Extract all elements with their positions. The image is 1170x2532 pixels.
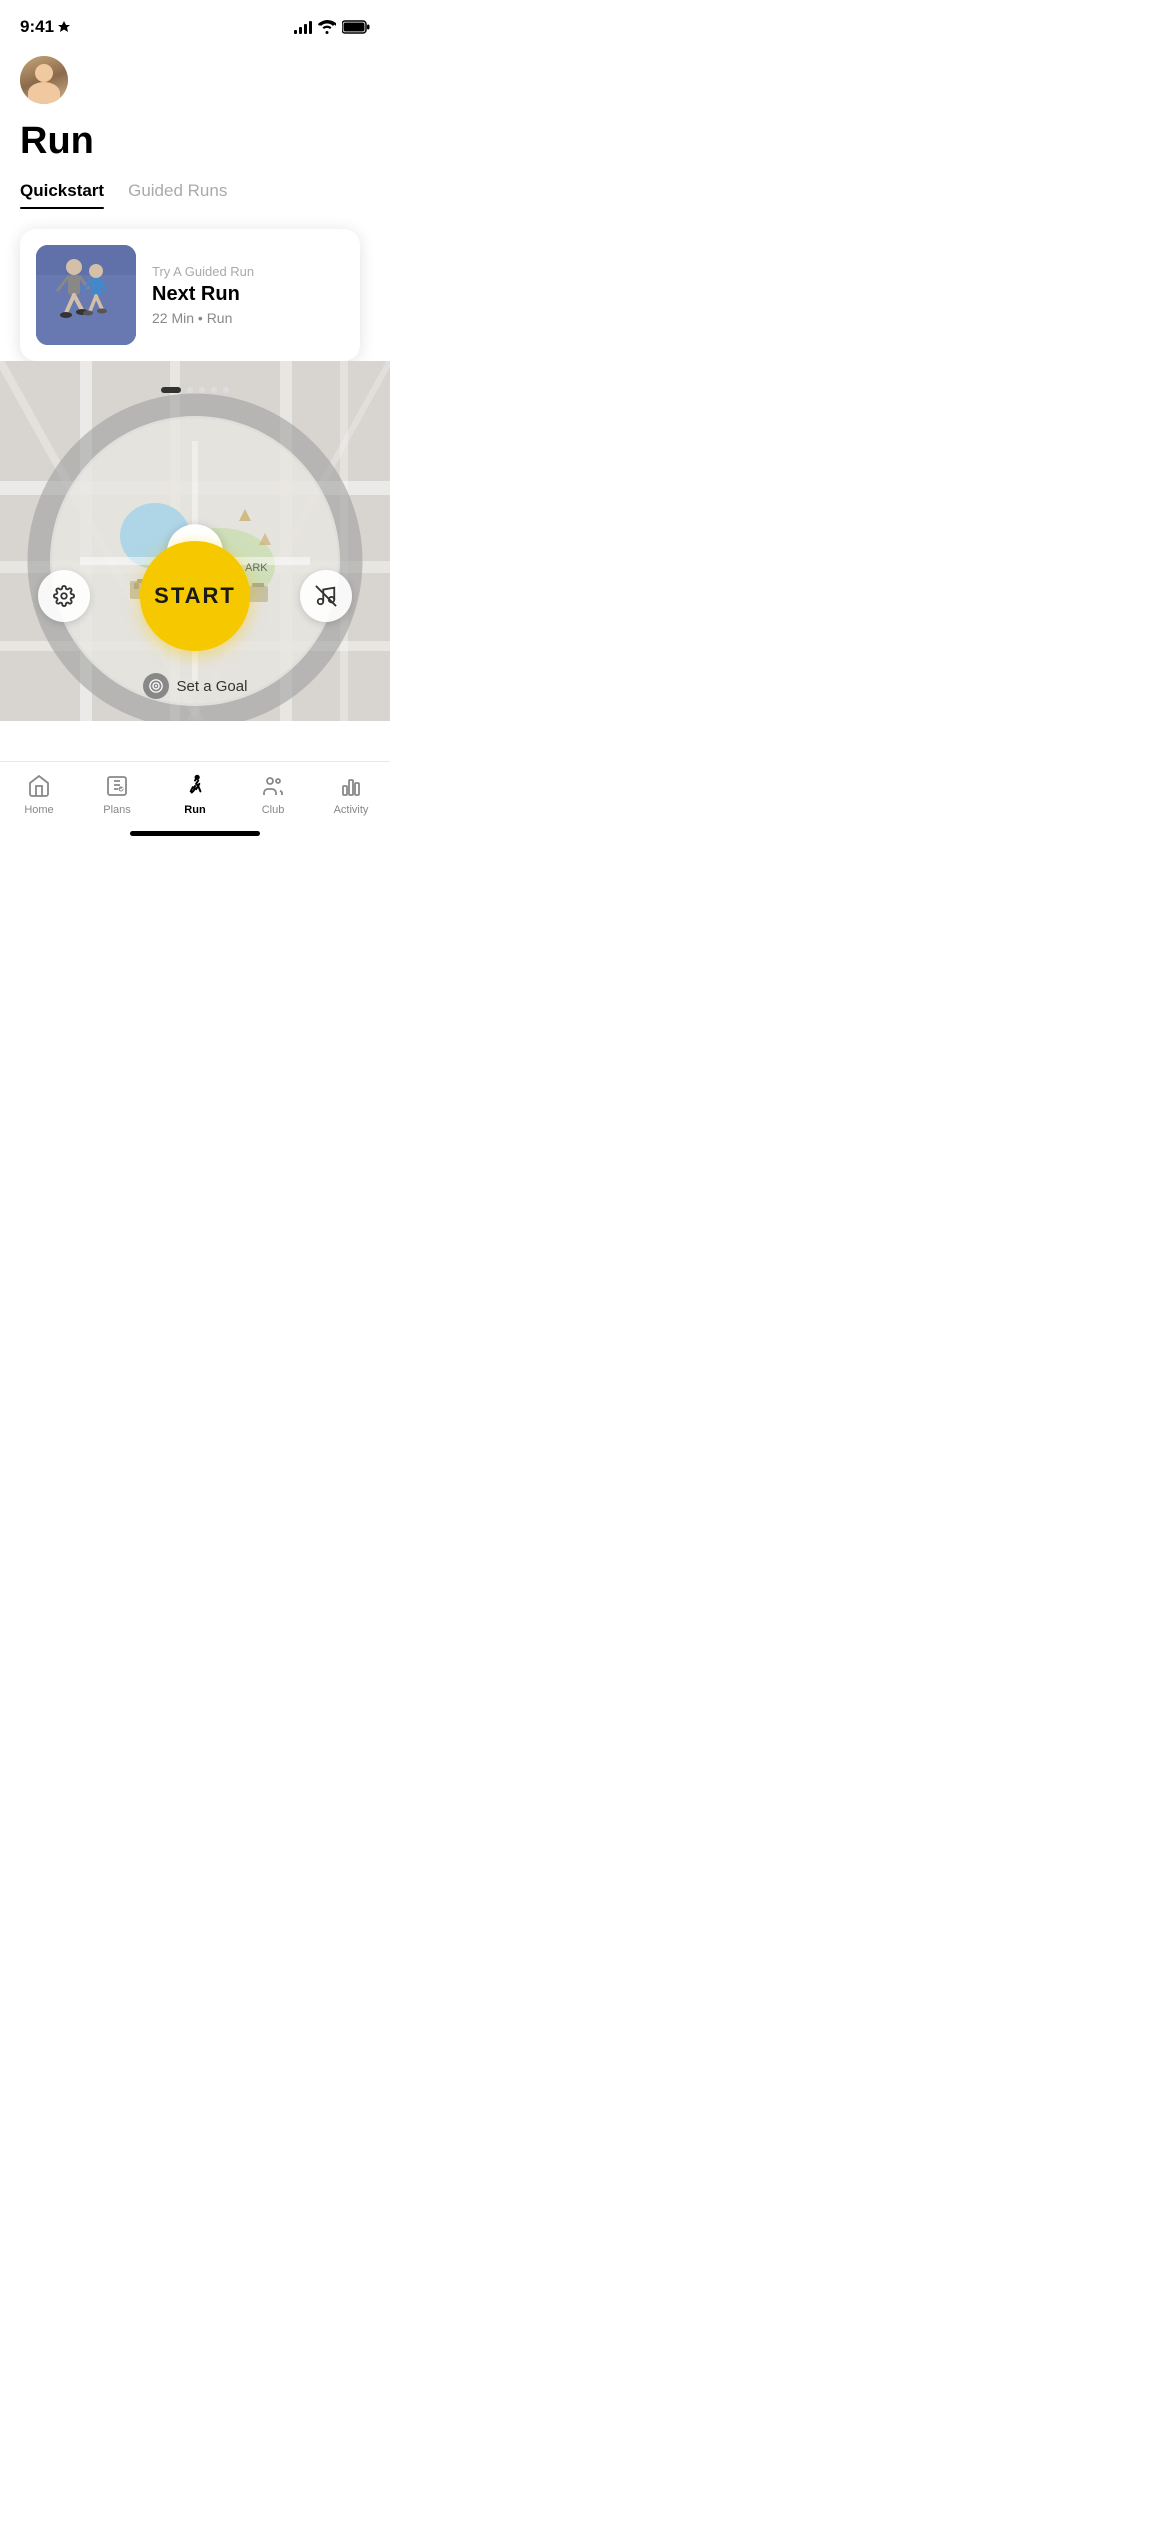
bottom-nav: Home Plans Run [0, 761, 390, 844]
gear-icon [53, 585, 75, 607]
card-meta: 22 Min • Run [152, 310, 254, 326]
nav-activity-label: Activity [334, 804, 369, 816]
run-icon [181, 772, 209, 800]
action-buttons: START [0, 541, 390, 651]
set-goal-row[interactable]: Set a Goal [0, 673, 390, 699]
home-indicator [130, 831, 260, 836]
location-icon [58, 21, 70, 33]
tab-quickstart[interactable]: Quickstart [20, 181, 104, 209]
page-title: Run [20, 120, 370, 163]
nav-plans-label: Plans [103, 804, 131, 816]
battery-icon [342, 20, 370, 34]
carousel-dot-3 [199, 387, 205, 393]
nav-home-label: Home [24, 804, 53, 816]
tab-guided-runs[interactable]: Guided Runs [128, 181, 227, 209]
activity-icon [337, 772, 365, 800]
avatar [20, 56, 68, 104]
card-image [36, 245, 136, 345]
goal-circle-icon [149, 679, 163, 693]
card-content: Try A Guided Run Next Run 22 Min • Run [152, 264, 254, 326]
carousel-dot-2 [187, 387, 193, 393]
music-button[interactable] [300, 570, 352, 622]
runners-image [36, 245, 136, 345]
nav-club[interactable]: Club [234, 772, 312, 816]
status-bar: 9:41 [0, 0, 390, 48]
start-label: START [154, 583, 236, 609]
card-label: Try A Guided Run [152, 264, 254, 279]
carousel-dots [0, 375, 390, 393]
settings-button[interactable] [38, 570, 90, 622]
goal-icon [143, 673, 169, 699]
home-icon [25, 772, 53, 800]
tabs: Quickstart Guided Runs [0, 181, 390, 209]
club-icon [259, 772, 287, 800]
card-title: Next Run [152, 283, 254, 306]
set-goal-label: Set a Goal [177, 678, 248, 695]
plans-icon [103, 772, 131, 800]
nav-run[interactable]: Run [156, 772, 234, 816]
nav-activity[interactable]: Activity [312, 772, 390, 816]
start-button[interactable]: START [140, 541, 250, 651]
wifi-icon [318, 20, 336, 34]
carousel-dot-4 [211, 387, 217, 393]
nav-run-label: Run [184, 804, 205, 816]
map-section: ARK START [0, 361, 390, 721]
signal-icon [294, 21, 312, 34]
nav-plans[interactable]: Plans [78, 772, 156, 816]
status-time: 9:41 [20, 17, 70, 37]
nav-club-label: Club [262, 804, 285, 816]
music-off-icon [315, 585, 337, 607]
carousel-dot-5 [223, 387, 229, 393]
status-icons [294, 20, 370, 34]
nav-home[interactable]: Home [0, 772, 78, 816]
cards-container: Try A Guided Run Next Run 22 Min • Run [0, 229, 390, 361]
carousel-dot-1 [161, 387, 181, 393]
header: Run [0, 48, 390, 181]
guided-run-card[interactable]: Try A Guided Run Next Run 22 Min • Run [20, 229, 360, 361]
